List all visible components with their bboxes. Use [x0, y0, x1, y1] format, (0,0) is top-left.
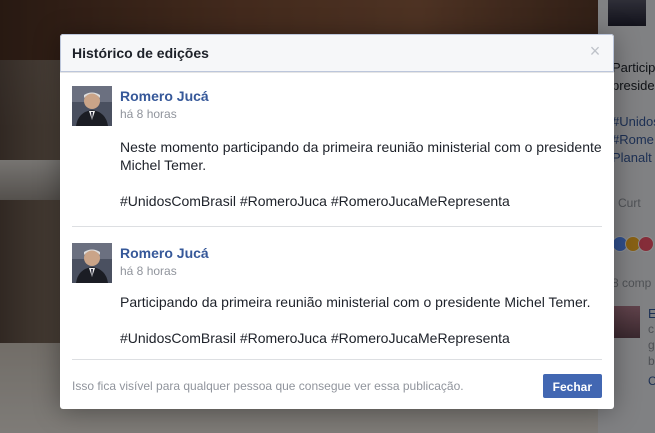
- timestamp[interactable]: há 8 horas: [120, 264, 177, 278]
- post-paragraph: Neste momento participando da primeira r…: [120, 139, 602, 173]
- post-paragraph: Participando da primeira reunião ministe…: [120, 294, 591, 310]
- edit-history-entry: Romero Jucá há 8 horas Participando da p…: [72, 239, 602, 360]
- post-hashtags: #UnidosComBrasil #RomeroJuca #RomeroJuca…: [120, 330, 510, 346]
- profile-picture-image: [72, 243, 112, 283]
- visibility-note: Isso fica visível para qualquer pessoa q…: [72, 379, 464, 393]
- profile-picture[interactable]: [72, 86, 112, 126]
- edit-history-entry: Romero Jucá há 8 horas Neste momento par…: [72, 82, 602, 227]
- timestamp[interactable]: há 8 horas: [120, 107, 177, 121]
- author-name[interactable]: Romero Jucá: [120, 245, 209, 261]
- edit-history-dialog: Histórico de edições × Romero Jucá há 8 …: [60, 34, 614, 409]
- author-name[interactable]: Romero Jucá: [120, 88, 209, 104]
- post-text: Participando da primeira reunião ministe…: [120, 293, 602, 365]
- close-button[interactable]: Fechar: [542, 374, 602, 398]
- post-hashtags: #UnidosComBrasil #RomeroJuca #RomeroJuca…: [120, 193, 510, 209]
- edit-history-list: Romero Jucá há 8 horas Neste momento par…: [72, 82, 602, 360]
- profile-picture[interactable]: [72, 243, 112, 283]
- close-icon[interactable]: ×: [586, 42, 604, 60]
- dialog-title: Histórico de edições: [72, 45, 209, 61]
- dialog-header: Histórico de edições ×: [60, 34, 614, 73]
- profile-picture-image: [72, 86, 112, 126]
- post-text: Neste momento participando da primeira r…: [120, 138, 602, 228]
